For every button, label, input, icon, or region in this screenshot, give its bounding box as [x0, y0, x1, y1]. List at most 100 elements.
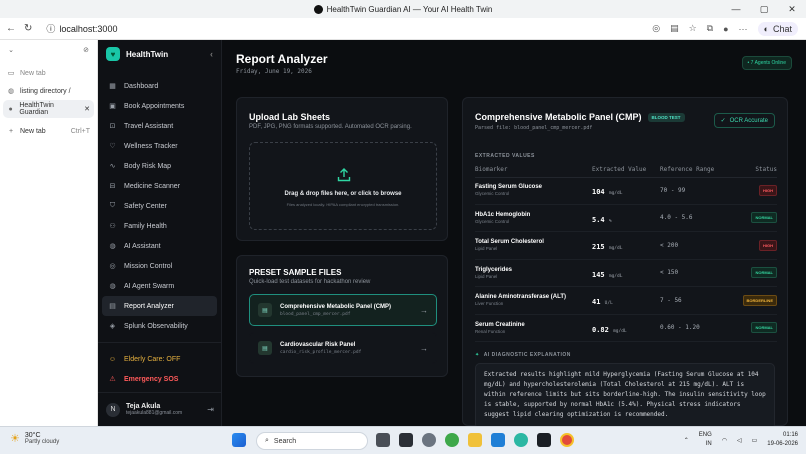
cursor-app-icon[interactable]: [537, 433, 551, 447]
vertical-tabs-panel: ⌄ ⊘ ▭ New tab ◍ listing directory / ● He…: [0, 40, 98, 426]
tab-healthtwin[interactable]: ● HealthTwin Guardian ✕: [3, 100, 94, 118]
tab-listing-directory[interactable]: ◍ listing directory /: [0, 82, 97, 100]
sidebar-item-splunk-observability[interactable]: ◈ Splunk Observability: [98, 316, 221, 336]
task-view-icon[interactable]: [376, 433, 390, 447]
chrome-dev-icon[interactable]: [445, 433, 459, 447]
upload-card: Upload Lab Sheets PDF, JPG, PNG formats …: [236, 97, 448, 241]
reference-range: 0.60 - 1.20: [660, 324, 700, 332]
new-tab-button[interactable]: + New tab Ctrl+T: [0, 122, 97, 140]
close-window-button[interactable]: ✕: [778, 0, 806, 18]
globe-icon: ◍: [109, 243, 116, 250]
pin-icon[interactable]: ⊘: [82, 46, 90, 54]
table-row: Total Serum Cholesterol Lipid Panel 215 mg…: [475, 232, 777, 260]
app-root: ♥ HealthTwin ‹ ▦ Dashboard ▣ Book Appointme…: [98, 40, 806, 426]
sidebar-item-mission-control[interactable]: ◎ Mission Control: [98, 256, 221, 276]
sidebar-item-ai-agent-swarm[interactable]: ◍ AI Agent Swarm: [98, 276, 221, 296]
collections-icon[interactable]: ⧉: [707, 23, 713, 34]
settings-gear-icon[interactable]: [422, 433, 436, 447]
tab-new-tab-1[interactable]: ▭ New tab: [0, 64, 97, 82]
status-badge: BORDERLINE: [742, 294, 777, 306]
emergency-sos-button[interactable]: ⚠ Emergency SOS: [98, 369, 221, 389]
table-row: HbA1c Hemoglobin Glycemic Control 5.4 % 4.0…: [475, 205, 777, 232]
file-dropzone[interactable]: Drag & drop files here, or click to brow…: [249, 142, 437, 230]
file-explorer-icon[interactable]: [468, 433, 482, 447]
chat-button[interactable]: ◐ Chat: [757, 21, 798, 36]
scan-icon: ⊟: [109, 183, 116, 190]
close-tab-icon[interactable]: ✕: [84, 105, 90, 113]
preset-item-cardio[interactable]: ▤ Cardiovascular Risk Panel cardio_risk_…: [249, 332, 437, 364]
terminal-icon[interactable]: [399, 433, 413, 447]
back-button[interactable]: ←: [6, 23, 16, 34]
sidebar-item-safety-center[interactable]: ⛉ Safety Center: [98, 196, 221, 216]
profile-avatar[interactable]: ●: [723, 24, 728, 34]
chrome-icon[interactable]: [560, 433, 574, 447]
clock[interactable]: 01:16 19-06-2026: [767, 431, 798, 449]
plus-icon: +: [8, 127, 14, 135]
maximize-button[interactable]: ▢: [750, 0, 778, 18]
file-icon: ▤: [258, 341, 272, 355]
sidebar-item-medicine-scanner[interactable]: ⊟ Medicine Scanner: [98, 176, 221, 196]
extracted-values-label: EXTRACTED VALUES: [475, 153, 535, 159]
heart-icon: ♡: [109, 143, 116, 150]
presets-title: PRESET SAMPLE FILES: [249, 268, 342, 277]
biomarker-name: Triglycerides: [475, 266, 513, 273]
sidebar-item-report-analyzer[interactable]: ▤ Report Analyzer: [102, 296, 217, 316]
sidebar-item-label: Splunk Observability: [124, 322, 188, 330]
logout-icon[interactable]: ⇥: [207, 405, 214, 414]
address-bar[interactable]: ⓘ localhost:3000: [46, 22, 117, 35]
volume-icon[interactable]: ◁: [737, 437, 742, 444]
calendar-icon: ▣: [109, 103, 116, 110]
wifi-icon[interactable]: ◠: [722, 437, 727, 444]
heart-logo-icon: ♥: [106, 47, 120, 61]
sidebar-item-travel-assistant[interactable]: ⊡ Travel Assistant: [98, 116, 221, 136]
site-info-icon[interactable]: ⓘ: [46, 22, 55, 35]
favorite-star-icon[interactable]: ☆: [689, 23, 697, 34]
chevron-up-icon[interactable]: ⌃: [684, 437, 689, 444]
language-indicator[interactable]: ENG IN: [699, 431, 712, 449]
reader-icon[interactable]: ▤: [670, 23, 679, 34]
blood-test-tag: BLOOD TEST: [647, 112, 685, 122]
minimize-button[interactable]: —: [722, 0, 750, 18]
report-title: Comprehensive Metabolic Panel (CMP): [475, 112, 642, 122]
status-badge: HIGH: [759, 184, 777, 196]
arrow-right-icon: →: [420, 305, 428, 315]
elderly-care-toggle[interactable]: ☺ Elderly Care: OFF: [98, 349, 221, 369]
location-icon[interactable]: ◎: [652, 23, 660, 34]
more-menu-icon[interactable]: ···: [739, 24, 748, 34]
chevron-down-icon[interactable]: ⌄: [7, 46, 15, 54]
collapse-sidebar-icon[interactable]: ‹: [210, 49, 213, 59]
sidebar-item-ai-assistant[interactable]: ◍ AI Assistant: [98, 236, 221, 256]
extracted-value: 215 mg/dL: [592, 243, 623, 252]
sidebar-item-wellness-tracker[interactable]: ♡ Wellness Tracker: [98, 136, 221, 156]
avatar: N: [106, 402, 120, 417]
reload-button[interactable]: ↻: [24, 23, 32, 34]
grid-icon: ▦: [109, 83, 116, 90]
report-card: Comprehensive Metabolic Panel (CMP) BLOO…: [462, 97, 788, 426]
biomarker-category: Lipid Panel: [475, 246, 498, 252]
sidebar-item-book-appointments[interactable]: ▣ Book Appointments: [98, 96, 221, 116]
parsed-file: Parsed file: blood_panel_cmp_mercer.pdf: [475, 125, 593, 131]
start-windows-icon[interactable]: [232, 433, 246, 447]
vscode-icon[interactable]: [491, 433, 505, 447]
alert-triangle-icon: ⚠: [109, 376, 116, 383]
battery-icon[interactable]: ▭: [752, 437, 758, 444]
globe-icon: ◍: [7, 88, 15, 95]
edge-icon[interactable]: [514, 433, 528, 447]
sidebar-item-dashboard[interactable]: ▦ Dashboard: [98, 76, 221, 96]
reference-range: 70 - 99: [660, 186, 686, 194]
upload-title: Upload Lab Sheets: [249, 112, 331, 122]
biomarker-category: Lipid Panel: [475, 273, 498, 279]
ai-explanation-label: ✦ AI DIAGNOSTIC EXPLANATION: [475, 352, 571, 358]
user-profile[interactable]: N Teja Akula tejaakula881@gmail.com ⇥: [98, 392, 222, 426]
weather-widget[interactable]: ☀ 30°C Partly cloudy: [10, 432, 59, 445]
sidebar-item-label: Book Appointments: [124, 102, 185, 110]
biomarker-name: Serum Creatinine: [475, 321, 525, 328]
status-badge: HIGH: [759, 239, 777, 251]
sidebar-item-body-risk-map[interactable]: ∿ Body Risk Map: [98, 156, 221, 176]
reference-range: 4.0 - 5.6: [660, 214, 693, 222]
taskbar-search[interactable]: ⌕ Search: [256, 432, 368, 450]
sidebar-item-family-health[interactable]: ⚇ Family Health: [98, 216, 221, 236]
sidebar-item-label: Wellness Tracker: [124, 142, 178, 150]
preset-item-cmp[interactable]: ▤ Comprehensive Metabolic Panel (CMP) bl…: [249, 294, 437, 326]
status-badge: NORMAL: [751, 212, 777, 224]
